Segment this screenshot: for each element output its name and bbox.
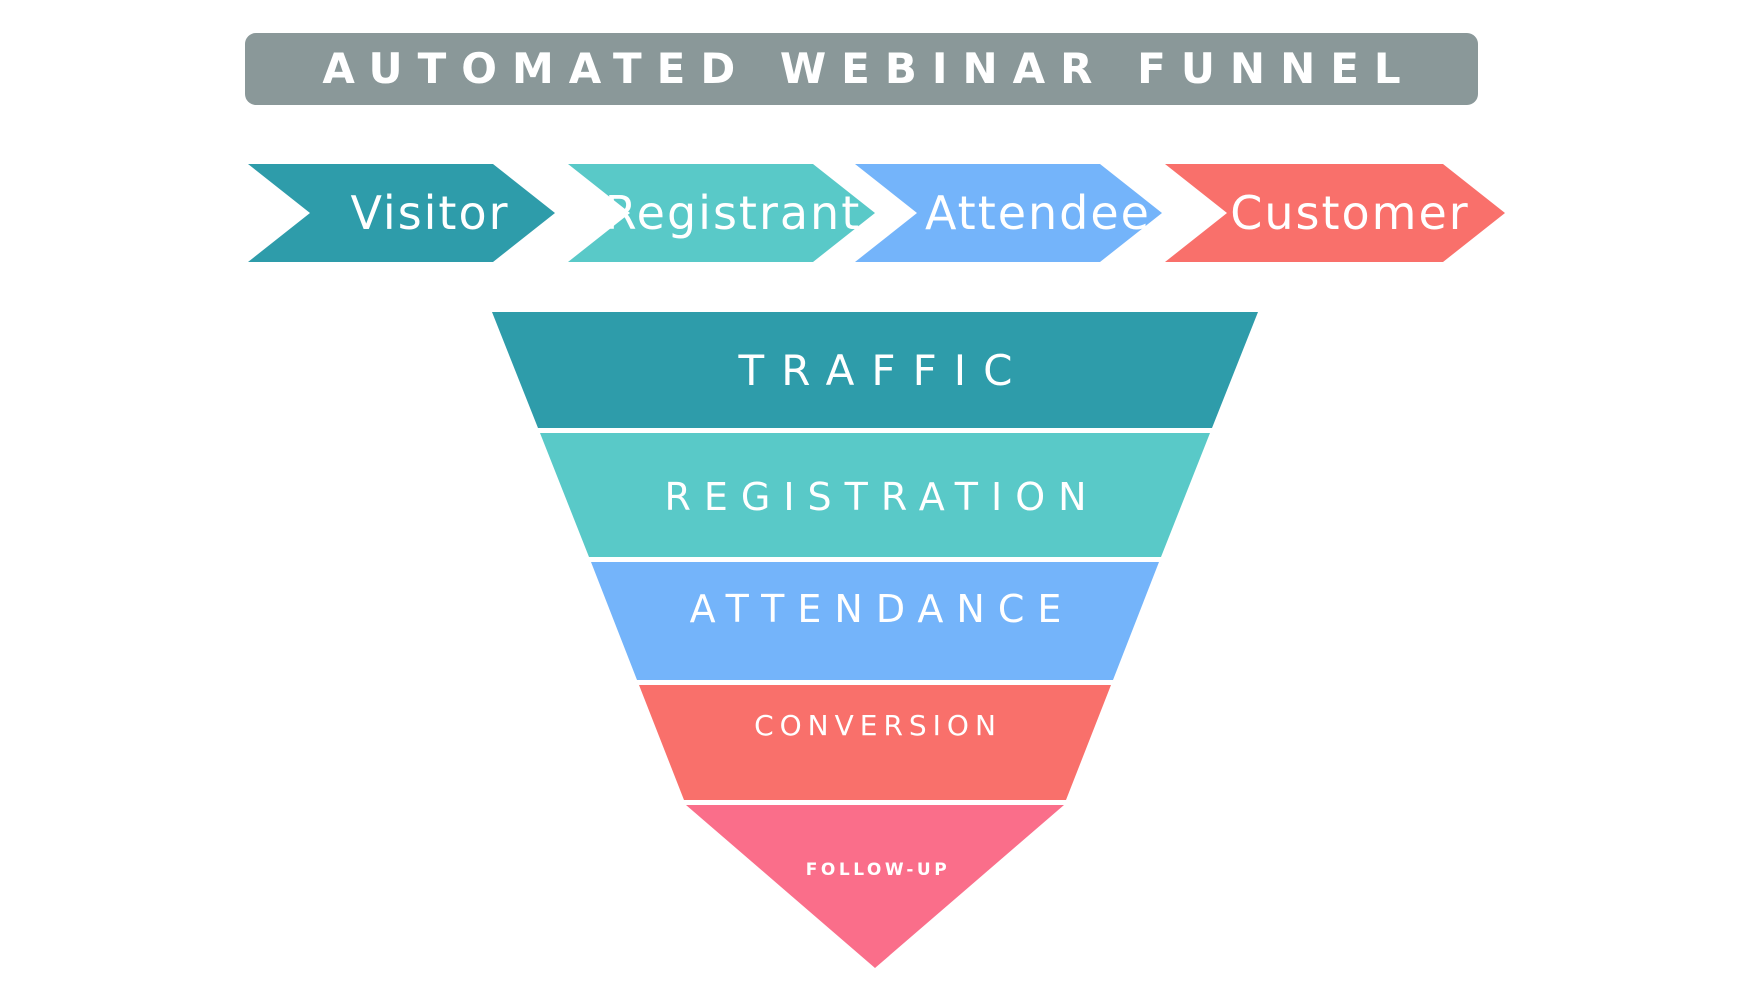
funnel-chart: TRAFFIC REGISTRATION ATTENDANCE CONVERSI… [492,312,1258,968]
funnel-band-attendance-label: ATTENDANCE [690,587,1075,631]
stage-chevron-registrant[interactable]: Registrant [568,164,875,262]
page-title-banner: AUTOMATED WEBINAR FUNNEL [245,33,1478,105]
stage-chevron-registrant-label: Registrant [605,186,861,240]
stage-chevron-customer[interactable]: Customer [1165,164,1505,262]
funnel-band-conversion-label: CONVERSION [754,709,1002,742]
funnel-band-registration-shape [540,433,1210,557]
stage-chevron-customer-label: Customer [1230,186,1469,240]
funnel-band-conversion[interactable]: CONVERSION [639,685,1111,800]
funnel-band-registration[interactable]: REGISTRATION [540,433,1210,557]
stage-chevron-row: Visitor Registrant Attendee Customer [248,164,1505,262]
stage-chevron-attendee[interactable]: Attendee [855,164,1162,262]
stage-chevron-customer-shape [1165,164,1505,262]
stage-chevron-attendee-shape [855,164,1162,262]
funnel-band-follow-up-shape [686,805,1064,968]
funnel-band-follow-up[interactable]: FOLLOW-UP [686,805,1064,968]
stage-chevron-registrant-shape [568,164,875,262]
funnel-band-attendance[interactable]: ATTENDANCE [591,562,1159,680]
funnel-band-registration-label: REGISTRATION [664,475,1099,519]
stage-chevron-visitor[interactable]: Visitor [248,164,555,262]
stage-chevron-visitor-label: Visitor [350,186,509,240]
funnel-band-traffic[interactable]: TRAFFIC [492,312,1258,428]
stage-chevron-visitor-shape [248,164,555,262]
stage-chevron-attendee-label: Attendee [925,186,1151,240]
funnel-band-traffic-shape [492,312,1258,428]
funnel-band-follow-up-label: FOLLOW-UP [806,860,950,880]
funnel-infographic-canvas: AUTOMATED WEBINAR FUNNEL Visitor Registr… [0,0,1750,984]
funnel-band-attendance-shape [591,562,1159,680]
funnel-band-traffic-label: TRAFFIC [738,346,1030,395]
page-title: AUTOMATED WEBINAR FUNNEL [322,44,1416,93]
funnel-band-conversion-shape [639,685,1111,800]
